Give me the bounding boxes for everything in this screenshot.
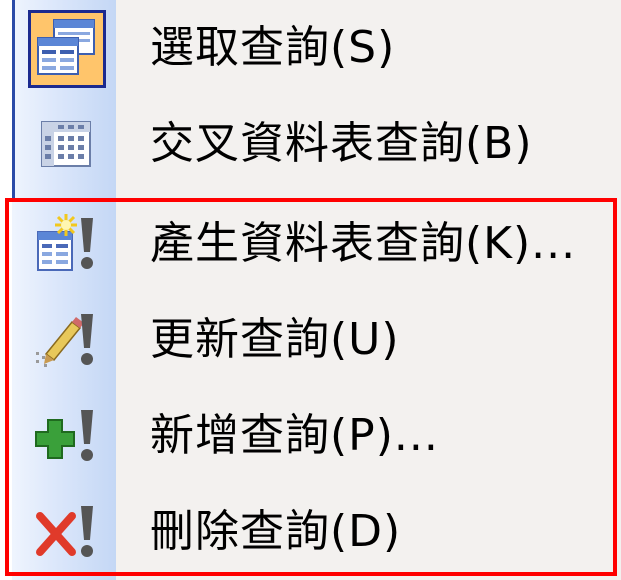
query-type-menu: 選取查詢(S) 交叉資料表查詢(B) 產生資料表查詢(K)... 更新查詢(U)… (0, 0, 621, 580)
select-query-icon (32, 14, 100, 82)
append-query-icon (32, 402, 100, 470)
menu-item-label: 更新查詢(U) (150, 314, 400, 365)
make-table-query-icon (32, 210, 100, 278)
menu-item-label: 刪除查詢(D) (150, 506, 402, 557)
update-query-icon (32, 306, 100, 374)
menu-item-label: 產生資料表查詢(K)... (150, 218, 577, 269)
menu-item-label: 選取查詢(S) (150, 22, 396, 73)
menu-item-append-query[interactable]: 新增查詢(P)... (0, 388, 621, 484)
menu-item-make-table-query[interactable]: 產生資料表查詢(K)... (0, 196, 621, 292)
menu-item-label: 交叉資料表查詢(B) (150, 118, 533, 169)
menu-item-label: 新增查詢(P)... (150, 410, 439, 461)
menu-item-update-query[interactable]: 更新查詢(U) (0, 292, 621, 388)
menu-item-crosstab-query[interactable]: 交叉資料表查詢(B) (0, 96, 621, 192)
crosstab-query-icon (32, 110, 100, 178)
menu-item-delete-query[interactable]: 刪除查詢(D) (0, 484, 621, 580)
delete-query-icon (32, 498, 100, 566)
menu-item-select-query[interactable]: 選取查詢(S) (0, 0, 621, 96)
